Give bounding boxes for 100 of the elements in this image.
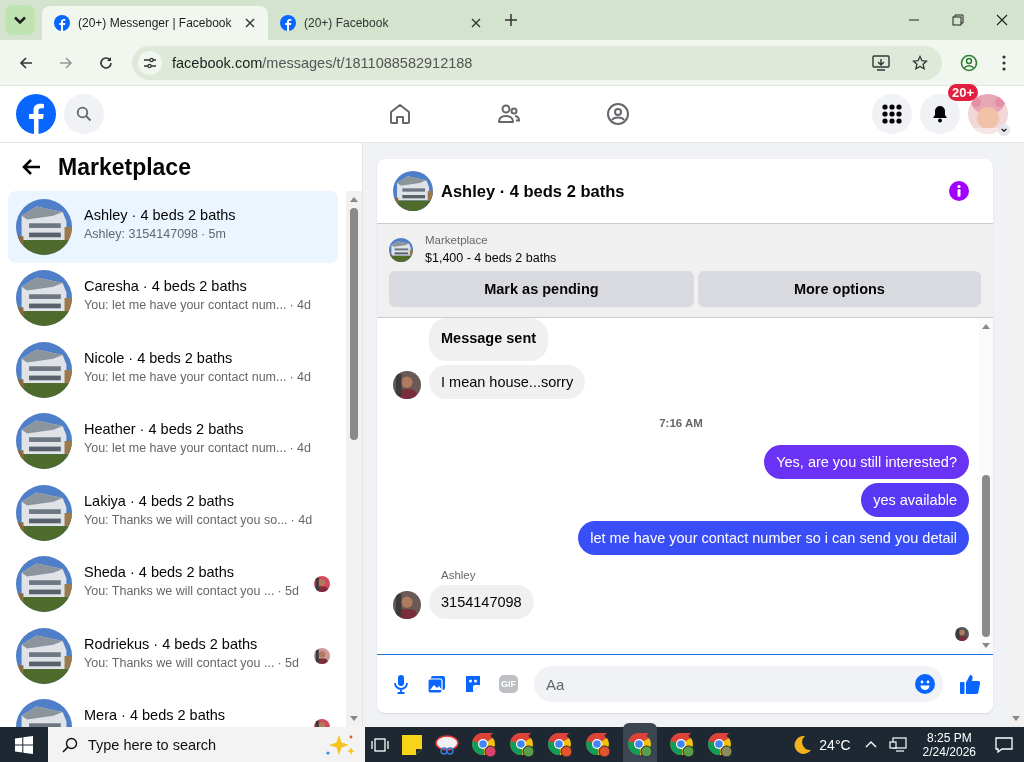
friends-icon[interactable] (497, 102, 521, 126)
profile-icon[interactable] (960, 53, 978, 72)
sticky-notes-icon[interactable] (401, 733, 423, 756)
notifications-icon[interactable] (994, 734, 1014, 755)
action-button[interactable]: More options (697, 271, 981, 307)
conversation-title: Nicole · 4 beds 2 baths (84, 349, 234, 366)
facebook-logo[interactable] (16, 94, 56, 134)
message-bubble: I mean house...sorry (429, 365, 586, 399)
timestamp: 7:16 AM (659, 417, 703, 429)
close-icon[interactable] (996, 14, 1008, 26)
conversation-title: Sheda · 4 beds 2 baths (84, 564, 235, 581)
home-icon[interactable] (388, 102, 412, 126)
message-field[interactable]: Aa (534, 666, 943, 702)
temperature: 24°C (819, 736, 851, 753)
browser-icon[interactable] (547, 731, 573, 758)
message-time: · 5m (201, 226, 226, 241)
message-time: · 5d (277, 655, 299, 670)
message-preview: You: Thanks we will contact you ... (84, 584, 275, 599)
conversation-item[interactable]: Rodriekus · 4 beds 2 baths You: Thanks we will contact you ... · 5d (8, 620, 338, 692)
windows-icon[interactable] (15, 735, 33, 754)
conversation-title: Mera · 4 beds 2 baths (84, 707, 227, 724)
conversation-title: Rodriekus · 4 beds 2 baths (84, 635, 259, 652)
listing-title: $1,400 - 4 beds 2 baths (425, 251, 557, 265)
task-view-icon[interactable] (371, 735, 389, 754)
browser-icon[interactable] (669, 731, 695, 758)
grid-icon (882, 104, 902, 124)
clock-time: 8:25 PM (926, 730, 972, 745)
conversation-title: Ashley · 4 beds 2 baths (84, 206, 237, 223)
conversation-item[interactable]: Caresha · 4 beds 2 baths You: let me have your contact num... · 4d (8, 262, 338, 334)
browser-icon[interactable] (509, 731, 535, 758)
conversation-item[interactable]: Ashley · 4 beds 2 baths Ashley: 3154147098 · 5m (8, 191, 338, 263)
microphone-icon[interactable] (391, 674, 411, 694)
facebook-icon (54, 15, 70, 31)
browser-tab[interactable]: (20+) Facebook (268, 6, 494, 40)
clock-date: 2/24/2026 (922, 744, 976, 759)
message-bubble: yes available (861, 483, 969, 517)
photo-icon[interactable] (427, 674, 447, 694)
sender-name: Ashley (441, 569, 476, 581)
message-preview: Ashley: 3154147098 (84, 226, 198, 241)
browser-icon[interactable] (623, 722, 657, 762)
search-icon (76, 106, 92, 122)
back-arrow-icon[interactable] (22, 157, 42, 177)
new-tab-icon[interactable] (504, 13, 518, 27)
message-preview: You: Thanks we will contact you so... (84, 512, 288, 527)
conversation-item[interactable]: Nicole · 4 beds 2 baths You: let me have your contact num... · 4d (8, 334, 338, 406)
browser-icon[interactable] (707, 731, 733, 758)
action-button[interactable]: Mark as pending (389, 271, 694, 307)
reload-icon[interactable] (98, 54, 114, 71)
network-icon[interactable] (888, 736, 907, 753)
listing-label: Marketplace (425, 234, 489, 246)
conversation-item[interactable]: Heather · 4 beds 2 baths You: let me have your contact num... · 4d (8, 405, 338, 477)
scrollbar[interactable] (979, 318, 993, 654)
browser-tab[interactable]: (20+) Messenger | Facebook (42, 6, 268, 40)
emoji-icon[interactable] (915, 674, 935, 694)
message-time: · 4d (289, 298, 311, 313)
message-preview: You: let me have your contact num... (84, 369, 287, 384)
address-bar[interactable]: facebook.com/messages/t/1811088582912188 (132, 45, 942, 80)
menu-button[interactable] (872, 94, 912, 134)
message-preview: You: let me have your contact num... (84, 298, 287, 313)
site-settings-icon[interactable] (138, 50, 162, 75)
restore-icon[interactable] (952, 14, 964, 26)
taskbar-search-field[interactable]: Type here to search (48, 727, 365, 762)
message-preview: You: Thanks we will contact you ... (84, 655, 275, 670)
message-bubble: Message sent (429, 318, 549, 361)
groups-icon[interactable] (606, 102, 630, 126)
close-icon[interactable] (470, 17, 482, 29)
info-icon[interactable] (949, 181, 969, 201)
thumbs-up-icon[interactable] (959, 673, 981, 695)
conversation-title: Lakiya · 4 beds 2 baths (84, 492, 235, 509)
bell-icon (930, 104, 950, 124)
menu-icon[interactable] (1002, 54, 1006, 71)
message-time: · 5d (277, 584, 299, 599)
star-icon[interactable] (912, 54, 928, 71)
forward-icon (58, 54, 74, 71)
caret-icon[interactable] (1000, 126, 1008, 134)
message-bubble: Yes, are you still interested? (764, 445, 969, 479)
search-button[interactable] (64, 94, 104, 134)
message-bubble: let me have your contact number so i can send you detail (578, 521, 969, 555)
message-time: · 4d (289, 441, 311, 456)
conversation-item[interactable]: Lakiya · 4 beds 2 baths You: Thanks we will contact you so... · 4d (8, 477, 338, 549)
scrollbar[interactable] (1008, 143, 1024, 727)
conversation-title: Caresha · 4 beds 2 baths (84, 278, 248, 295)
browser-icon[interactable] (585, 731, 611, 758)
sidebar-title: Marketplace (58, 153, 191, 181)
browser-icon[interactable] (471, 731, 497, 758)
message-preview: You: let me have your contact num... (84, 441, 287, 456)
install-icon[interactable] (872, 54, 890, 71)
close-icon[interactable] (244, 17, 256, 29)
snipping-tool-icon[interactable] (435, 733, 459, 756)
conversation-item[interactable]: Sheda · 4 beds 2 baths You: Thanks we will contact you ... · 5d (8, 548, 338, 620)
search-icon (62, 736, 78, 753)
back-icon[interactable] (18, 54, 34, 71)
conversation-title: Heather · 4 beds 2 baths (84, 421, 245, 438)
scrollbar[interactable] (346, 191, 362, 727)
sticker-icon[interactable] (463, 674, 483, 694)
message-time: · 4d (289, 369, 311, 384)
chat-title: Ashley · 4 beds 2 baths (441, 181, 625, 201)
message-time: · 4d (290, 512, 313, 527)
tab-search-icon[interactable] (5, 5, 35, 35)
facebook-icon (280, 15, 296, 31)
